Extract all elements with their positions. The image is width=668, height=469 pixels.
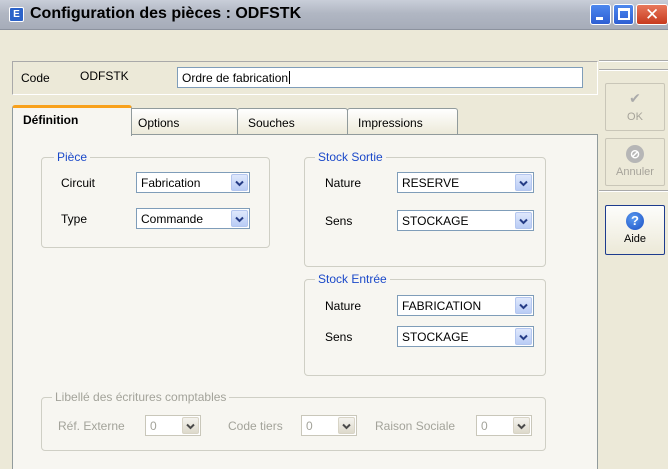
maximize-icon bbox=[618, 8, 630, 20]
sortie-nature-label: Nature bbox=[325, 176, 362, 190]
tab-impressions[interactable]: Impressions bbox=[347, 108, 458, 135]
group-stock-entree: Stock Entrée Nature FABRICATION Sens STO… bbox=[304, 272, 546, 376]
group-stock-sortie: Stock Sortie Nature RESERVE Sens STOCKAG… bbox=[304, 150, 546, 267]
raison-sociale-label: Raison Sociale bbox=[375, 419, 456, 433]
entree-sens-value: STOCKAGE bbox=[402, 330, 469, 344]
tab-options[interactable]: Options bbox=[127, 108, 238, 135]
cancel-icon: ⊘ bbox=[626, 145, 644, 163]
sortie-sens-select[interactable]: STOCKAGE bbox=[397, 210, 534, 231]
group-stock-sortie-title: Stock Sortie bbox=[315, 150, 386, 164]
code-value: ODFSTK bbox=[80, 69, 129, 83]
circuit-label: Circuit bbox=[61, 176, 96, 190]
ok-button[interactable]: ✔ OK bbox=[605, 83, 665, 131]
description-input[interactable]: Ordre de fabrication bbox=[177, 67, 583, 88]
code-tiers-select[interactable]: 0 bbox=[301, 415, 357, 436]
close-button[interactable]: ✕ bbox=[636, 4, 668, 25]
divider bbox=[599, 60, 668, 62]
chevron-down-icon[interactable] bbox=[515, 174, 532, 191]
ref-externe-label: Réf. Externe bbox=[58, 419, 125, 433]
minimize-button[interactable] bbox=[590, 4, 611, 25]
ok-label: OK bbox=[627, 111, 643, 123]
type-select[interactable]: Commande bbox=[136, 208, 250, 229]
circuit-value: Fabrication bbox=[141, 176, 201, 190]
chevron-down-icon[interactable] bbox=[513, 417, 530, 434]
group-stock-entree-title: Stock Entrée bbox=[315, 272, 390, 286]
tab-label: Souches bbox=[248, 116, 295, 130]
close-icon: ✕ bbox=[645, 5, 660, 25]
window-app-icon[interactable]: E bbox=[9, 7, 24, 22]
tab-souches[interactable]: Souches bbox=[237, 108, 348, 135]
ref-externe-value: 0 bbox=[150, 419, 157, 433]
divider bbox=[599, 69, 668, 71]
group-libelle: Libellé des écritures comptables Réf. Ex… bbox=[41, 390, 546, 451]
tab-label: Options bbox=[138, 116, 180, 130]
entree-sens-select[interactable]: STOCKAGE bbox=[397, 326, 534, 347]
type-label: Type bbox=[61, 212, 88, 226]
entree-nature-select[interactable]: FABRICATION bbox=[397, 295, 534, 316]
code-tiers-label: Code tiers bbox=[228, 419, 283, 433]
tab-definition[interactable]: Définition bbox=[12, 105, 132, 136]
chevron-down-icon[interactable] bbox=[338, 417, 355, 434]
chevron-down-icon[interactable] bbox=[515, 297, 532, 314]
entree-sens-label: Sens bbox=[325, 330, 353, 344]
chevron-down-icon[interactable] bbox=[182, 417, 199, 434]
raison-sociale-value: 0 bbox=[481, 419, 488, 433]
group-piece: Pièce Circuit Fabrication Type Commande bbox=[41, 150, 270, 248]
sortie-sens-value: STOCKAGE bbox=[402, 214, 469, 228]
sortie-nature-select[interactable]: RESERVE bbox=[397, 172, 534, 193]
help-button[interactable]: ? Aide bbox=[605, 205, 665, 255]
help-label: Aide bbox=[623, 233, 647, 245]
circuit-select[interactable]: Fabrication bbox=[136, 172, 250, 193]
minimize-icon bbox=[596, 17, 603, 20]
ref-externe-select[interactable]: 0 bbox=[145, 415, 201, 436]
tab-label: Définition bbox=[23, 113, 79, 127]
code-label: Code bbox=[21, 71, 50, 85]
code-row: Code ODFSTK Ordre de fabrication bbox=[12, 61, 598, 95]
title-bar: E Configuration des pièces : ODFSTK ✕ bbox=[0, 0, 668, 30]
tab-label: Impressions bbox=[358, 116, 423, 130]
text-caret bbox=[289, 71, 291, 84]
cancel-button[interactable]: ⊘ Annuler bbox=[605, 138, 665, 186]
code-tiers-value: 0 bbox=[306, 419, 313, 433]
type-value: Commande bbox=[141, 212, 204, 226]
action-panel: ✔ OK ⊘ Annuler ? Aide bbox=[599, 30, 668, 469]
chevron-down-icon[interactable] bbox=[515, 212, 532, 229]
help-icon: ? bbox=[626, 212, 644, 230]
tab-page-definition: Pièce Circuit Fabrication Type Commande … bbox=[12, 134, 598, 469]
entree-nature-label: Nature bbox=[325, 299, 362, 313]
group-libelle-title: Libellé des écritures comptables bbox=[52, 390, 230, 404]
divider bbox=[599, 190, 668, 192]
maximize-button[interactable] bbox=[613, 4, 634, 25]
cancel-label: Annuler bbox=[616, 166, 654, 178]
chevron-down-icon[interactable] bbox=[231, 210, 248, 227]
window-title: Configuration des pièces : ODFSTK bbox=[30, 5, 302, 22]
description-value: Ordre de fabrication bbox=[182, 71, 289, 85]
sortie-sens-label: Sens bbox=[325, 214, 353, 228]
sortie-nature-value: RESERVE bbox=[402, 176, 460, 190]
entree-nature-value: FABRICATION bbox=[402, 299, 482, 313]
checkmark-icon: ✔ bbox=[629, 91, 641, 107]
chevron-down-icon[interactable] bbox=[515, 328, 532, 345]
group-piece-title: Pièce bbox=[54, 150, 91, 164]
chevron-down-icon[interactable] bbox=[231, 174, 248, 191]
raison-sociale-select[interactable]: 0 bbox=[476, 415, 532, 436]
